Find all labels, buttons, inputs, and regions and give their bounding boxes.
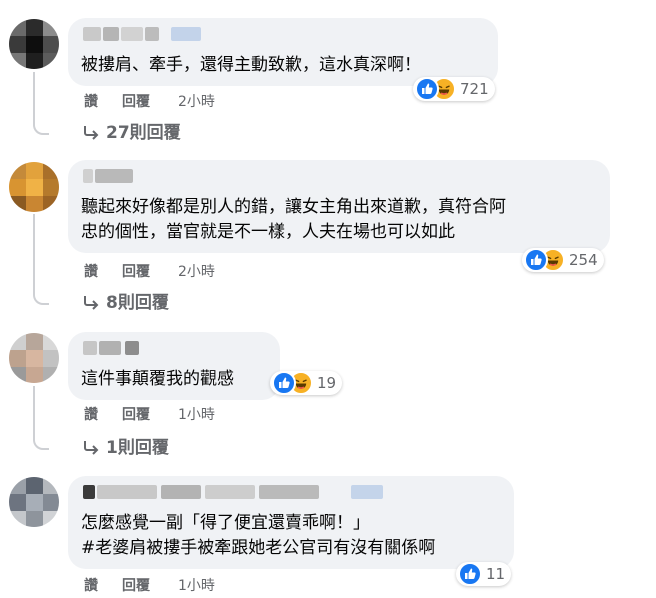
comment-text: 被摟肩、牽手，還得主動致歉，這水真深啊！	[81, 55, 421, 75]
avatar[interactable]	[9, 162, 59, 212]
avatar[interactable]	[9, 477, 59, 527]
like-icon	[272, 371, 296, 395]
comment-bubble: 聽起來好像都是別人的錯，讓女主角出來道歉，真符合阿 忠的個性，當官就是不一樣，人…	[68, 160, 610, 253]
comment-bubble: 這件事顛覆我的觀感	[68, 332, 280, 400]
like-link[interactable]: 讚	[84, 92, 98, 112]
like-icon	[415, 77, 439, 101]
reply-arrow-icon	[84, 441, 99, 455]
replies-count: 27則回覆	[106, 123, 181, 143]
view-replies-link[interactable]: 1則回覆	[82, 436, 169, 460]
like-icon	[524, 248, 548, 272]
comment-text: 怎麼感覺一副「得了便宜還賣乖啊！」	[81, 513, 370, 533]
reaction-count: 11	[486, 565, 506, 583]
reply-link[interactable]: 回覆	[122, 262, 150, 282]
comment-bubble: 被摟肩、牽手，還得主動致歉，這水真深啊！	[68, 18, 498, 86]
reaction-summary[interactable]: 721	[413, 77, 495, 101]
reply-arrow-icon	[84, 126, 99, 140]
like-link[interactable]: 讚	[84, 262, 98, 282]
reaction-summary[interactable]: 254	[522, 248, 604, 272]
avatar[interactable]	[9, 19, 59, 69]
comment-text: 這件事顛覆我的觀感	[81, 369, 234, 389]
like-link[interactable]: 讚	[84, 576, 98, 596]
timestamp[interactable]: 2小時	[178, 262, 215, 282]
like-icon	[458, 562, 482, 586]
view-replies-link[interactable]: 8則回覆	[82, 291, 169, 315]
replies-count: 1則回覆	[106, 438, 169, 458]
comment-text: 聽起來好像都是別人的錯，讓女主角出來道歉，真符合阿	[81, 197, 506, 217]
timestamp[interactable]: 1小時	[178, 576, 215, 596]
timestamp[interactable]: 1小時	[178, 405, 215, 425]
reply-link[interactable]: 回覆	[122, 92, 150, 112]
reaction-summary[interactable]: 11	[456, 562, 512, 586]
reaction-count: 254	[569, 251, 598, 269]
thread-connector	[33, 72, 49, 135]
comment-text: 忠的個性，當官就是不一樣，人夫在場也可以如此	[81, 222, 455, 242]
reply-arrow-icon	[84, 296, 99, 310]
reaction-count: 721	[460, 80, 489, 98]
thread-connector	[33, 386, 49, 450]
thread-connector	[33, 214, 49, 305]
avatar[interactable]	[9, 333, 59, 383]
replies-count: 8則回覆	[106, 293, 169, 313]
like-link[interactable]: 讚	[84, 405, 98, 425]
view-replies-link[interactable]: 27則回覆	[82, 121, 181, 145]
timestamp[interactable]: 2小時	[178, 92, 215, 112]
reply-link[interactable]: 回覆	[122, 405, 150, 425]
reaction-summary[interactable]: 19	[270, 371, 343, 395]
comment-text: #老婆肩被摟手被牽跟她老公官司有沒有關係啊	[81, 538, 436, 558]
reply-link[interactable]: 回覆	[122, 576, 150, 596]
comment-bubble: 怎麼感覺一副「得了便宜還賣乖啊！」 #老婆肩被摟手被牽跟她老公官司有沒有關係啊	[68, 476, 514, 569]
reaction-count: 19	[317, 374, 337, 392]
